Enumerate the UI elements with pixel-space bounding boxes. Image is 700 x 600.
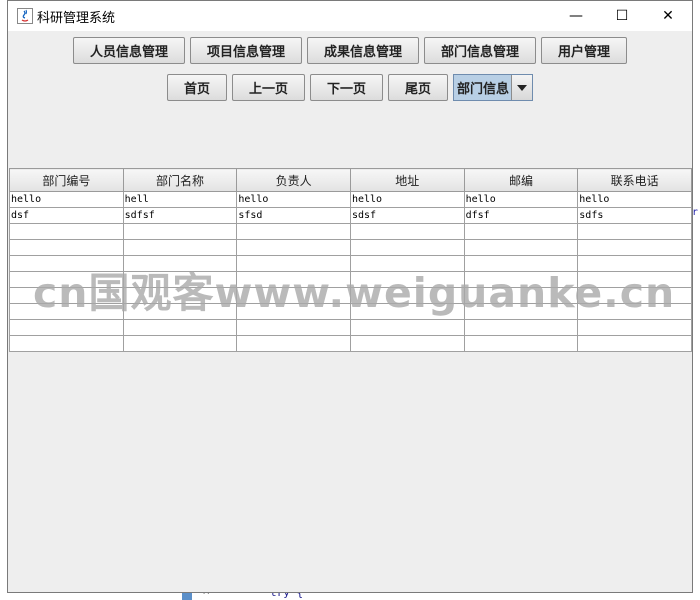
table-row[interactable]: dsf sdfsf sfsd sdsf dfsf sdfs (9, 207, 692, 224)
table-cell[interactable] (349, 223, 465, 240)
user-management-button[interactable]: 用户管理 (541, 37, 627, 64)
table-cell[interactable] (349, 319, 465, 336)
window-title: 科研管理系统 (37, 11, 116, 26)
table-cell[interactable] (9, 319, 124, 336)
chevron-down-icon (517, 84, 527, 91)
table-cell[interactable]: hello (9, 191, 124, 208)
watermark-text: cn国观客www.weiguanke.cn (33, 269, 676, 317)
table-cell[interactable] (463, 239, 579, 256)
column-header-phone[interactable]: 联系电话 (577, 168, 692, 192)
table-cell[interactable] (463, 319, 579, 336)
background-editor-marker (182, 592, 192, 600)
table-cell[interactable] (577, 335, 692, 352)
table-row[interactable] (9, 239, 692, 256)
last-page-button[interactable]: 尾页 (388, 74, 448, 101)
table-cell[interactable] (122, 319, 238, 336)
table-row[interactable] (9, 319, 692, 336)
maximize-button[interactable]: ☐ (599, 1, 645, 31)
first-page-button[interactable]: 首页 (167, 74, 227, 101)
category-select[interactable]: 部门信息 (453, 74, 533, 101)
dropdown-toggle[interactable] (511, 75, 532, 100)
table-row[interactable] (9, 223, 692, 240)
table-cell[interactable] (349, 239, 465, 256)
table-cell[interactable] (9, 223, 124, 240)
project-management-button[interactable]: 项目信息管理 (190, 37, 302, 64)
table-cell[interactable]: dfsf (463, 207, 579, 224)
table-cell[interactable] (463, 223, 579, 240)
maximize-icon: ☐ (615, 8, 629, 24)
table-cell[interactable] (122, 239, 238, 256)
column-header-dept-id[interactable]: 部门编号 (9, 168, 124, 192)
table-cell[interactable]: hello (236, 191, 351, 208)
table-cell[interactable]: hello (349, 191, 465, 208)
table-cell[interactable]: hello (577, 191, 692, 208)
table-cell[interactable] (236, 223, 351, 240)
minimize-button[interactable]: — (553, 1, 599, 31)
java-app-icon (17, 8, 33, 24)
close-button[interactable]: ✕ (645, 1, 691, 31)
prev-page-button[interactable]: 上一页 (232, 74, 305, 101)
table-cell[interactable] (463, 335, 579, 352)
table-cell[interactable]: sdfs (577, 207, 692, 224)
table-header-row: 部门编号 部门名称 负责人 地址 邮编 联系电话 (9, 168, 692, 192)
table-cell[interactable] (9, 239, 124, 256)
result-management-button[interactable]: 成果信息管理 (307, 37, 419, 64)
department-management-button[interactable]: 部门信息管理 (424, 37, 536, 64)
table-row[interactable]: hello hell hello hello hello hello (9, 191, 692, 208)
person-management-button[interactable]: 人员信息管理 (73, 37, 185, 64)
table-cell[interactable] (122, 223, 238, 240)
minimize-icon: — (569, 8, 583, 24)
table-cell[interactable] (577, 319, 692, 336)
table-cell[interactable]: sfsd (236, 207, 351, 224)
table-cell[interactable] (236, 239, 351, 256)
column-header-address[interactable]: 地址 (349, 168, 465, 192)
table-row[interactable] (9, 335, 692, 352)
table-cell[interactable] (349, 335, 465, 352)
next-page-button[interactable]: 下一页 (310, 74, 383, 101)
table-cell[interactable] (577, 239, 692, 256)
column-header-manager[interactable]: 负责人 (236, 168, 351, 192)
app-window: 科研管理系统 — ☐ ✕ 人员信息管理 项目信息管理 成果信息管理 部门信息管理… (7, 0, 693, 593)
table-cell[interactable] (236, 319, 351, 336)
table-cell[interactable] (577, 223, 692, 240)
table-cell[interactable]: dsf (9, 207, 124, 224)
table-cell[interactable] (236, 335, 351, 352)
title-bar: 科研管理系统 — ☐ ✕ (8, 1, 692, 31)
close-icon: ✕ (662, 8, 674, 24)
column-header-postcode[interactable]: 邮编 (463, 168, 579, 192)
table-cell[interactable] (9, 335, 124, 352)
column-header-dept-name[interactable]: 部门名称 (122, 168, 238, 192)
table-cell[interactable]: hello (463, 191, 579, 208)
table-cell[interactable]: sdfsf (122, 207, 238, 224)
category-select-value: 部门信息 (454, 75, 512, 100)
table-cell[interactable] (122, 335, 238, 352)
table-cell[interactable]: sdsf (349, 207, 465, 224)
table-cell[interactable]: hell (122, 191, 238, 208)
